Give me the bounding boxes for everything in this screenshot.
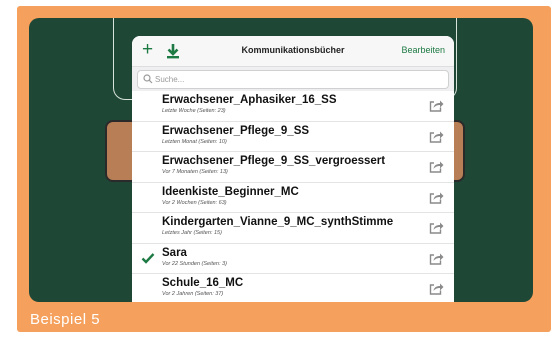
book-details: Vor 22 Stunden (Seiten: 3) xyxy=(162,260,227,267)
search-bar xyxy=(132,67,454,91)
book-name: Kindergarten_Vianne_9_MC_synthStimme xyxy=(162,216,394,228)
share-icon[interactable] xyxy=(429,221,444,234)
list-item[interactable]: Sara Vor 22 Stunden (Seiten: 3) xyxy=(132,243,454,274)
book-details: Vor 2 Jahren (Seiten: 37) xyxy=(162,291,224,297)
book-name: Sara xyxy=(162,246,187,259)
popover-toolbar: + Kommunikationsbücher Bearbeiten xyxy=(132,36,454,67)
book-details: Letzte Woche (Seiten: 23) xyxy=(162,108,226,114)
book-name: Erwachsener_Aphasiker_16_SS xyxy=(162,94,337,106)
caption: Beispiel 5 xyxy=(30,311,101,328)
book-list: Erwachsener_Aphasiker_16_SS Letzte Woche … xyxy=(132,91,454,302)
share-icon[interactable] xyxy=(429,99,444,112)
app-screen: + Kommunikationsbücher Bearbeiten Suche.… xyxy=(29,18,533,302)
list-item[interactable]: Schule_16_MC Vor 2 Jahren (Seiten: 37) xyxy=(132,274,454,302)
book-details: Vor 7 Monaten (Seiten: 13) xyxy=(162,169,228,175)
search-field[interactable] xyxy=(137,70,449,89)
list-item[interactable]: Ideenkiste_Beginner_MC Vor 2 Wochen (Seit… xyxy=(132,182,454,213)
share-icon[interactable] xyxy=(429,130,444,143)
book-details: Letzten Monat (Seiten: 10) xyxy=(162,138,227,145)
share-icon[interactable] xyxy=(429,252,444,265)
example-frame: + Kommunikationsbücher Bearbeiten Suche.… xyxy=(17,6,551,332)
communication-books-popover: + Kommunikationsbücher Bearbeiten Suche.… xyxy=(132,36,454,302)
list-item[interactable]: Erwachsener_Aphasiker_16_SS Letzte Woche … xyxy=(132,91,454,122)
list-item[interactable]: Erwachsener_Pflege_9_SS_vergroessert Vor … xyxy=(132,152,454,183)
share-icon[interactable] xyxy=(429,282,444,295)
list-item[interactable]: Kindergarten_Vianne_9_MC_synthStimme Letz… xyxy=(132,213,454,244)
book-name: Erwachsener_Pflege_9_SS xyxy=(162,124,310,137)
search-input[interactable] xyxy=(155,72,425,86)
search-icon xyxy=(143,74,153,84)
edit-button[interactable]: Bearbeiten xyxy=(401,45,445,55)
list-item[interactable]: Erwachsener_Pflege_9_SS Letzten Monat (Se… xyxy=(132,121,454,152)
book-details: Letztes Jahr (Seiten: 15) xyxy=(162,230,222,236)
book-name: Erwachsener_Pflege_9_SS_vergroessert xyxy=(162,155,386,167)
checkmark-icon xyxy=(141,252,155,264)
book-name: Schule_16_MC xyxy=(162,277,244,289)
share-icon[interactable] xyxy=(429,160,444,173)
book-name: Ideenkiste_Beginner_MC xyxy=(162,185,299,198)
share-icon[interactable] xyxy=(429,191,444,204)
book-details: Vor 2 Wochen (Seiten: 63) xyxy=(162,199,227,206)
